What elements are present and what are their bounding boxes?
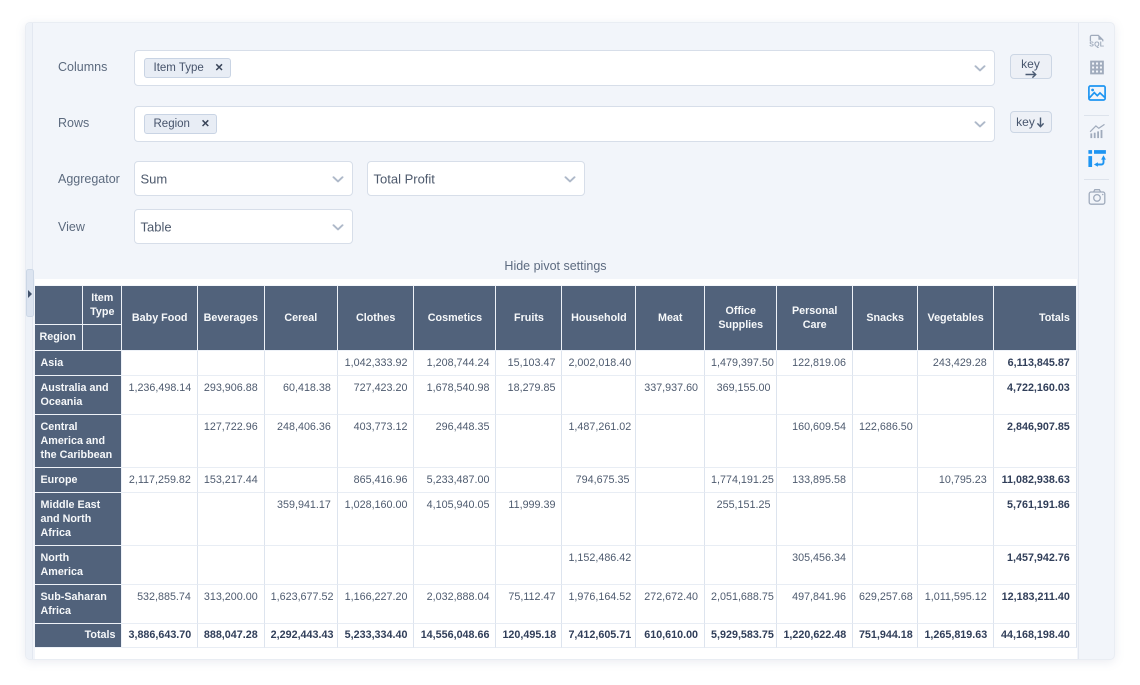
svg-text:SQL: SQL [1089,41,1105,48]
